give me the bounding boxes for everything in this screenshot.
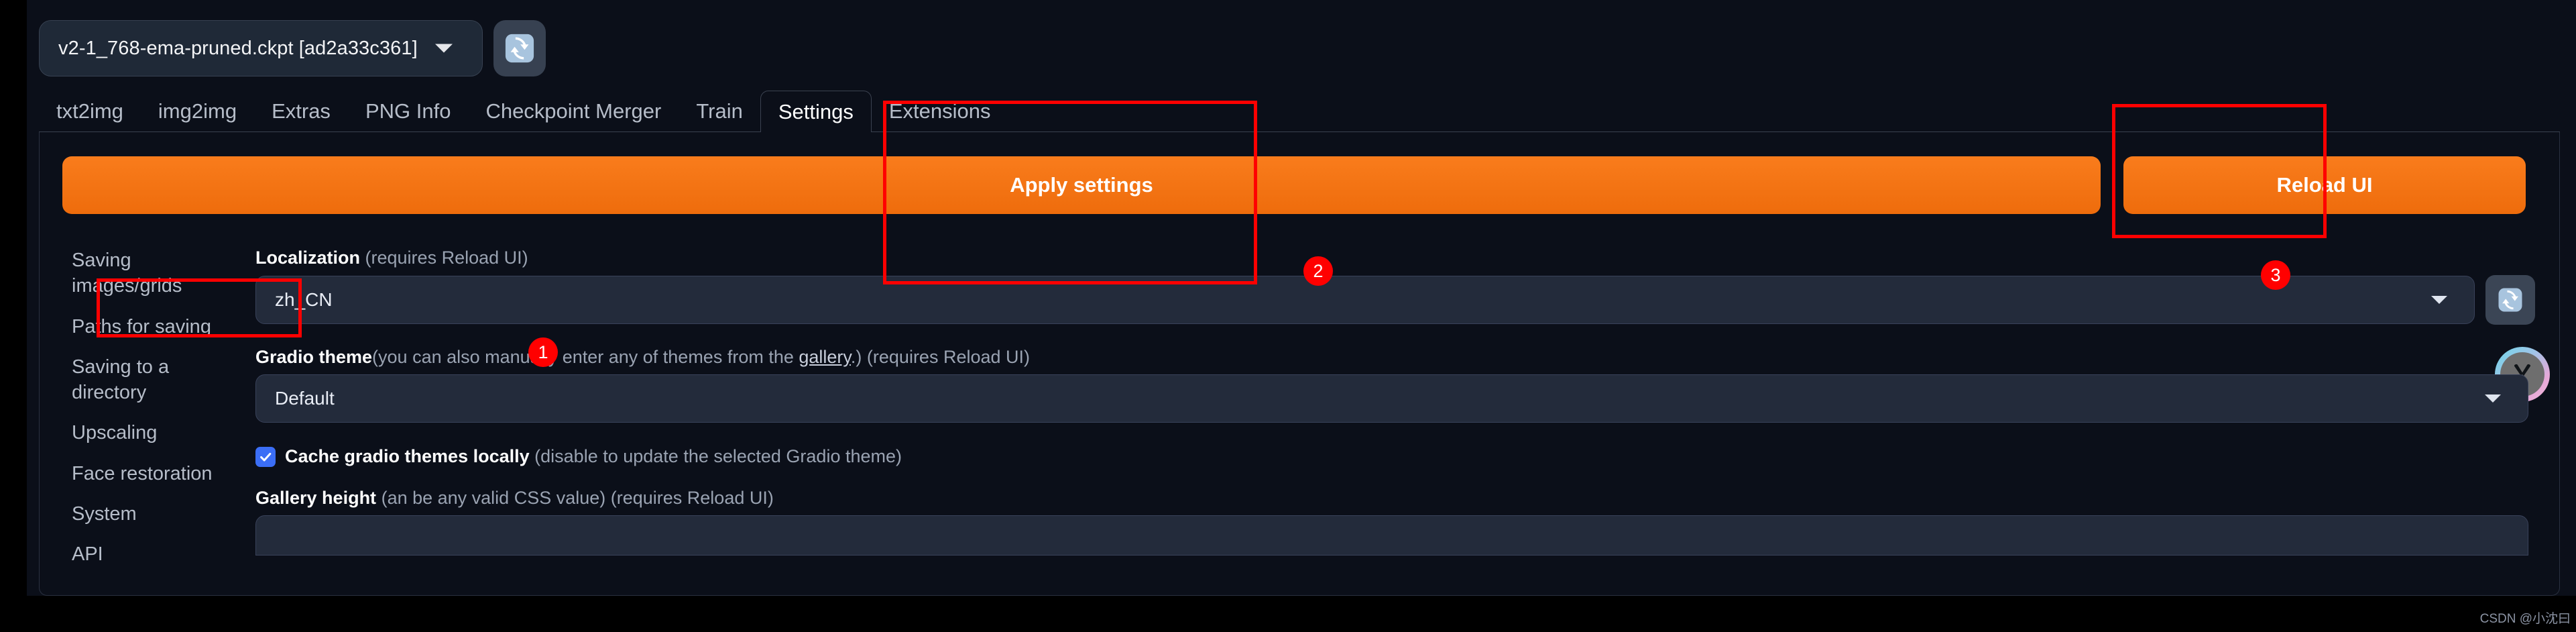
sidebar-item-saving-to-a-directory[interactable]: Saving to a directory	[62, 354, 243, 406]
localization-row: zh_CN	[255, 275, 2543, 325]
gradio-theme-dropdown[interactable]: Default	[255, 374, 2528, 423]
chevron-down-icon	[2431, 296, 2447, 304]
sidebar-item-saving-images-grids[interactable]: Saving images/grids	[62, 248, 243, 299]
cache-gradio-themes-field[interactable]: Cache gradio themes locally (disable to …	[255, 446, 902, 467]
tab-train[interactable]: Train	[679, 91, 760, 132]
cache-gradio-themes-label: Cache gradio themes locally (disable to …	[285, 446, 902, 467]
model-toolbar: v2-1_768-ema-pruned.ckpt [ad2a33c361]	[39, 20, 546, 76]
settings-body: Saving images/grids Paths for saving Sav…	[62, 248, 2543, 590]
reload-ui-button[interactable]: Reload UI	[2123, 156, 2526, 214]
annotation-badge-1: 1	[528, 337, 558, 367]
refresh-icon	[2498, 288, 2522, 312]
chevron-down-icon	[2485, 394, 2501, 403]
sidebar-item-api[interactable]: API	[62, 541, 243, 567]
app-window: v2-1_768-ema-pruned.ckpt [ad2a33c361] tx…	[27, 0, 2576, 596]
localization-refresh-button[interactable]	[2485, 275, 2535, 325]
localization-dropdown[interactable]: zh_CN	[255, 276, 2475, 324]
localization-value: zh_CN	[275, 289, 333, 310]
gallery-height-field: Gallery height (an be any valid CSS valu…	[255, 488, 2543, 556]
gradio-theme-hint-before: (you can also manually enter any of them…	[372, 347, 799, 367]
gradio-theme-field: Gradio theme(you can also manually enter…	[255, 347, 2543, 423]
tab-settings[interactable]: Settings	[760, 91, 872, 132]
sidebar-item-paths-for-saving[interactable]: Paths for saving	[62, 314, 243, 339]
localization-label: Localization (requires Reload UI)	[255, 248, 2543, 268]
watermark: CSDN @小沈曰	[2479, 612, 2571, 626]
gallery-height-input[interactable]	[255, 515, 2528, 556]
main-tab-bar[interactable]: txt2img img2img Extras PNG Info Checkpoi…	[39, 91, 2560, 132]
gradio-theme-label: Gradio theme(you can also manually enter…	[255, 347, 2543, 368]
refresh-icon	[505, 34, 534, 63]
tab-img2img[interactable]: img2img	[141, 91, 254, 132]
gallery-height-hint: (an be any valid CSS value) (requires Re…	[381, 488, 774, 508]
model-checkpoint-value: v2-1_768-ema-pruned.ckpt [ad2a33c361]	[58, 37, 418, 59]
gallery-height-label-text: Gallery height	[255, 488, 377, 508]
tab-extras[interactable]: Extras	[254, 91, 348, 132]
sidebar-item-system[interactable]: System	[62, 501, 243, 527]
cache-gradio-themes-checkbox[interactable]	[255, 446, 276, 467]
chevron-down-icon	[435, 44, 453, 53]
gradio-theme-gallery-link[interactable]: gallery	[799, 347, 851, 367]
tab-txt2img[interactable]: txt2img	[39, 91, 141, 132]
gradio-theme-value: Default	[275, 388, 335, 409]
tab-checkpoint-merger[interactable]: Checkpoint Merger	[468, 91, 679, 132]
annotation-badge-3: 3	[2261, 260, 2290, 290]
sidebar-item-face-restoration[interactable]: Face restoration	[62, 461, 243, 486]
annotation-badge-2: 2	[1303, 256, 1333, 286]
localization-label-text: Localization	[255, 248, 361, 268]
localization-field: Localization (requires Reload UI) zh_CN	[255, 248, 2543, 325]
model-checkpoint-dropdown[interactable]: v2-1_768-ema-pruned.ckpt [ad2a33c361]	[39, 20, 483, 76]
cache-gradio-themes-label-text: Cache gradio themes locally	[285, 446, 530, 466]
tab-png-info[interactable]: PNG Info	[348, 91, 469, 132]
sidebar-item-upscaling[interactable]: Upscaling	[62, 420, 243, 445]
settings-panel: Apply settings Reload UI Saving images/g…	[39, 132, 2560, 596]
settings-sidebar[interactable]: Saving images/grids Paths for saving Sav…	[62, 248, 243, 582]
refresh-models-button[interactable]	[493, 20, 546, 76]
check-icon	[260, 452, 272, 462]
cache-gradio-themes-hint: (disable to update the selected Gradio t…	[534, 446, 902, 466]
gradio-theme-label-text: Gradio theme	[255, 347, 373, 367]
localization-label-hint: (requires Reload UI)	[365, 248, 528, 268]
tab-extensions[interactable]: Extensions	[872, 91, 1008, 132]
apply-settings-button[interactable]: Apply settings	[62, 156, 2101, 214]
gradio-theme-hint-after: .) (requires Reload UI)	[850, 347, 1031, 367]
gallery-height-label: Gallery height (an be any valid CSS valu…	[255, 488, 2543, 509]
